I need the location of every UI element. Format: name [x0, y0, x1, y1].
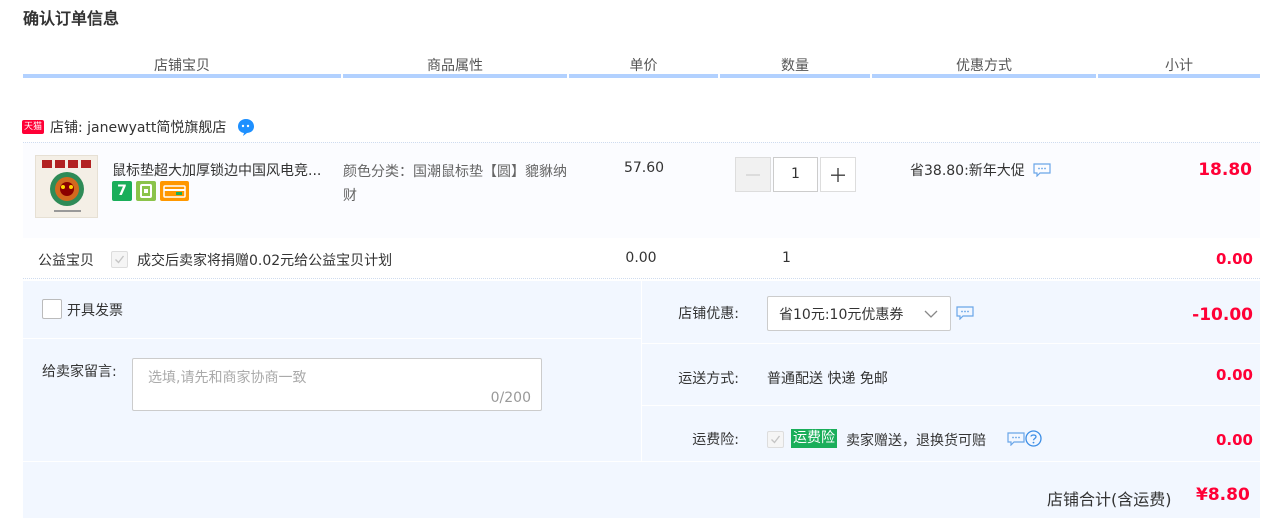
product-image-icon — [36, 156, 97, 217]
chevron-down-icon — [924, 310, 938, 318]
order-item-area — [23, 142, 1260, 238]
divider — [642, 343, 1260, 344]
decrease-quantity-button[interactable] — [735, 157, 771, 192]
product-thumbnail[interactable] — [35, 155, 98, 218]
quantity-input[interactable]: 1 — [773, 157, 818, 192]
help-question-icon[interactable] — [1025, 430, 1042, 447]
check-icon — [771, 435, 781, 444]
increase-quantity-button[interactable] — [820, 157, 856, 192]
item-promo: 省38.80:新年大促 — [910, 160, 1051, 180]
divider — [641, 281, 642, 462]
seller-message-char-count: 0/200 — [490, 390, 531, 406]
column-bar — [569, 74, 718, 78]
divider — [23, 338, 641, 339]
insurance-tag: 运费险 — [791, 429, 837, 448]
charity-text: 成交后卖家将捐赠0.02元给公益宝贝计划 — [137, 253, 393, 269]
shop-coupon-selected: 省10元:10元优惠券 — [779, 306, 904, 323]
item-attributes: 颜色分类：国潮鼠标垫【圆】貔貅纳财 — [343, 164, 567, 204]
divider — [23, 278, 1260, 279]
shop-name[interactable]: 店铺: janewyatt简悦旗舰店 — [50, 117, 226, 137]
column-bar — [23, 74, 341, 78]
plus-icon — [831, 167, 845, 182]
comment-icon[interactable] — [1033, 163, 1051, 177]
item-title-link[interactable]: 鼠标垫超大加厚锁边中国风电竞... — [112, 160, 334, 180]
credit-card-icon[interactable] — [160, 181, 189, 201]
insurance-value: 0.00 — [1215, 431, 1253, 449]
item-promo-text: 省38.80:新年大促 — [910, 163, 1025, 179]
shop-line: 天猫 店铺: janewyatt简悦旗舰店 — [22, 117, 256, 137]
minus-icon — [746, 174, 760, 175]
column-bar — [872, 74, 1096, 78]
shop-total-label: 店铺合计(含运费) — [1047, 490, 1172, 509]
wangwang-chat-icon[interactable] — [236, 117, 256, 137]
invoice-checkbox[interactable] — [42, 299, 62, 319]
quantity-stepper: 1 — [735, 157, 856, 192]
column-bar — [1098, 74, 1260, 78]
shop-coupon-select[interactable]: 省10元:10元优惠券 — [767, 296, 951, 331]
tmall-icon: 天猫 — [22, 120, 44, 134]
charity-checkbox[interactable] — [111, 251, 128, 268]
item-subtotal: 18.80 — [1198, 160, 1252, 180]
divider — [23, 461, 1260, 462]
shop-total-value: ¥8.80 — [1196, 485, 1250, 505]
seller-message-placeholder: 选填,请先和商家协商一致 — [148, 370, 307, 386]
item-unit-price: 57.60 — [623, 160, 665, 176]
column-bar — [720, 74, 870, 78]
charity-quantity: 1 — [782, 250, 791, 266]
shipping-label: 运送方式: — [678, 371, 739, 387]
charity-price: 0.00 — [625, 250, 657, 266]
column-bar — [343, 74, 567, 78]
seven-day-return-icon[interactable]: 7 — [112, 181, 132, 201]
guarantee-icon[interactable] — [136, 181, 156, 201]
shipping-method: 普通配送 快递 免邮 — [767, 371, 888, 387]
comment-icon[interactable] — [956, 306, 974, 320]
service-badges: 7 — [112, 181, 189, 201]
charity-label: 公益宝贝 — [38, 253, 94, 269]
check-icon — [115, 255, 125, 264]
insurance-checkbox[interactable] — [767, 431, 784, 448]
insurance-label: 运费险: — [692, 432, 739, 448]
page-title: 确认订单信息 — [23, 9, 120, 28]
charity-subtotal: 0.00 — [1215, 250, 1253, 268]
divider — [642, 405, 1260, 406]
insurance-text: 卖家赠送，退换货可赔 — [846, 433, 986, 449]
comment-icon[interactable] — [1007, 432, 1025, 446]
seller-message-label: 给卖家留言: — [42, 364, 117, 380]
invoice-label[interactable]: 开具发票 — [67, 300, 123, 320]
shipping-value: 0.00 — [1215, 366, 1253, 384]
shop-discount-label: 店铺优惠: — [678, 306, 739, 322]
shop-discount-value: -10.00 — [1192, 305, 1253, 325]
